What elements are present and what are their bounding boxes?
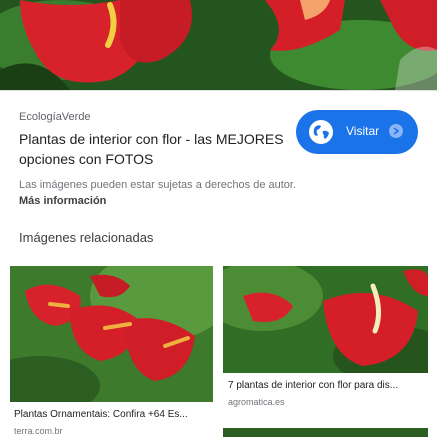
related-image-source: agromatica.es [228,397,285,407]
source-name[interactable]: EcologíaVerde [19,111,91,123]
visit-label: Visitar [346,124,380,138]
divider [0,90,437,91]
anthurium-thumbnail [10,266,213,402]
related-image-card[interactable]: Plantas Ornamentais: Confira +64 Es... t… [10,266,216,437]
arrow-circle-icon [389,124,403,138]
main-image[interactable] [0,0,437,90]
related-image [223,266,428,373]
related-image-title: 7 plantas de interior con flor para dis.… [228,380,399,391]
related-image-card[interactable]: 7 plantas de interior con flor para dis.… [223,266,428,411]
related-image-card[interactable] [223,428,428,437]
anthurium-photo [0,0,437,90]
related-image-source: terra.com.br [14,426,63,436]
page-title[interactable]: Plantas de interior con flor - las MEJOR… [19,129,289,169]
related-image [223,428,428,437]
anthurium-thumbnail [223,266,428,373]
related-image-title: Plantas Ornamentais: Confira +64 Es... [14,409,188,420]
related-image [10,266,213,402]
more-info-link[interactable]: Más información [19,195,106,207]
related-images-heading: Imágenes relacionadas [19,230,154,245]
globe-icon [309,120,333,144]
copyright-notice: Las imágenes pueden estar sujetas a dere… [19,179,297,191]
